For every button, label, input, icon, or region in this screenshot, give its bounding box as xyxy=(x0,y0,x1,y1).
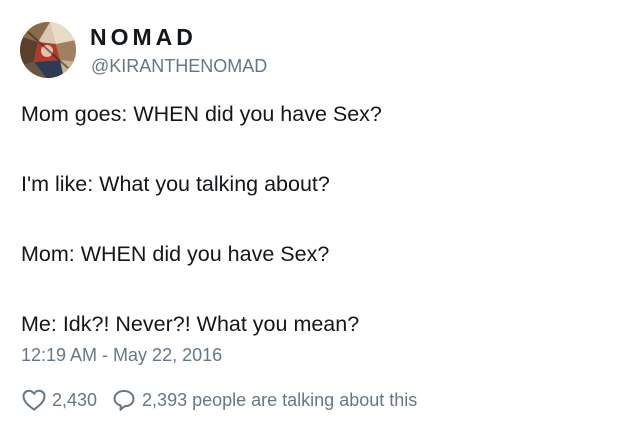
speech-bubble-icon[interactable] xyxy=(111,388,137,412)
display-name[interactable]: NOMAD xyxy=(90,24,197,50)
conversation-link[interactable]: 2,393 people are talking about this xyxy=(111,388,417,412)
like-button[interactable]: 2,430 xyxy=(21,388,97,412)
like-count: 2,430 xyxy=(52,389,98,410)
tweet-body: Mom goes: WHEN did you have Sex? I'm lik… xyxy=(21,101,601,337)
tweet-body-line: Mom goes: WHEN did you have Sex? xyxy=(21,102,382,126)
tweet-body-line: Me: Idk?! Never?! What you mean? xyxy=(21,312,360,336)
tweet-body-line: Mom: WHEN did you have Sex? xyxy=(21,242,330,266)
tweet-card: NOMAD @KIRANTHENOMAD Mom goes: WHEN did … xyxy=(0,0,618,422)
heart-icon[interactable] xyxy=(21,388,47,412)
user-handle[interactable]: @KIRANTHENOMAD xyxy=(91,55,267,77)
avatar[interactable] xyxy=(20,22,76,78)
tweet-actions: 2,430 2,393 people are talking about thi… xyxy=(21,386,417,414)
tweet-timestamp[interactable]: 12:19 AM - May 22, 2016 xyxy=(21,344,222,366)
tweet-body-line: I'm like: What you talking about? xyxy=(21,172,330,196)
talking-about-text: 2,393 people are talking about this xyxy=(142,389,418,410)
